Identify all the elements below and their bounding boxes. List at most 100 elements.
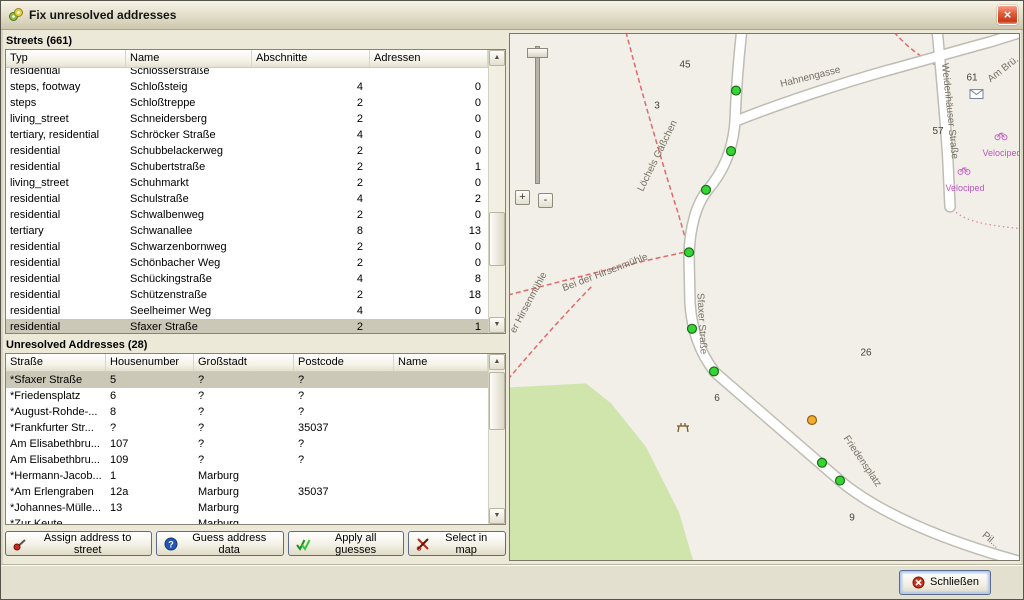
zoom-slider[interactable] [535,46,540,184]
table-row[interactable]: Am Elisabethbru...109?? [6,452,488,468]
table-cell: Sfaxer Straße [126,319,252,333]
table-cell: 2 [252,175,370,191]
table-cell: 1 [370,319,488,333]
table-cell: 4 [252,271,370,287]
table-row[interactable]: *Frankfurter Str...??35037 [6,420,488,436]
select-in-map-button[interactable]: Select in map [408,531,506,556]
map-node-green[interactable] [727,147,736,156]
table-row[interactable]: residentialSchubertstraße21 [6,159,488,175]
map-node-green[interactable] [688,324,697,333]
table-row[interactable]: residentialSchützenstraße218 [6,287,488,303]
scrollbar-thumb[interactable] [489,212,505,266]
assign-address-to-street-button[interactable]: Assign address to street [5,531,152,556]
table-row[interactable]: *Friedensplatz6?? [6,388,488,404]
table-row[interactable]: residentialSchückingstraße48 [6,271,488,287]
table-row[interactable]: Am Elisabethbru...107?? [6,436,488,452]
table-cell [106,516,194,524]
table-cell: 6 [106,388,194,404]
column-header-abschnitte[interactable]: Abschnitte [252,50,370,67]
table-cell: 5 [106,372,194,388]
map-node-green[interactable] [732,86,741,95]
table-row[interactable]: tertiarySchwanallee813 [6,223,488,239]
addresses-scrollbar[interactable]: ▲ ▼ [488,354,505,524]
table-row[interactable]: residentialSchlosserstraße [6,68,488,79]
column-header-name[interactable]: Name [394,354,488,371]
table-cell: ? [194,452,294,468]
table-row[interactable]: *Hermann-Jacob...1Marburg [6,468,488,484]
column-header-typ[interactable]: Typ [6,50,126,67]
table-cell: 107 [106,436,194,452]
table-cell: ? [194,404,294,420]
apply-all-guesses-button[interactable]: Apply all guesses [288,531,404,556]
table-cell [370,68,488,79]
table-cell: ? [194,388,294,404]
zoom-in-button[interactable]: + [515,190,530,205]
table-row[interactable]: residentialSchwarzenbornweg20 [6,239,488,255]
streets-scrollbar[interactable]: ▲ ▼ [488,50,505,333]
table-row[interactable]: residentialSchönbacher Weg20 [6,255,488,271]
table-cell: Schubertstraße [126,159,252,175]
action-buttons-row: Assign address to street ? Guess address… [5,531,506,556]
table-row[interactable]: stepsSchloßtreppe20 [6,95,488,111]
table-cell: Am Elisabethbru... [6,452,106,468]
map-node-green[interactable] [836,476,845,485]
table-row[interactable]: residentialSeelheimer Weg40 [6,303,488,319]
column-header-postcode[interactable]: Postcode [294,354,394,371]
map-canvas[interactable]: HahnengasseWeidenhäuser StraßeAm Brü...L… [510,34,1019,560]
table-row[interactable]: living_streetSchuhmarkt20 [6,175,488,191]
table-row[interactable]: residentialSchwalbenweg20 [6,207,488,223]
map-poi-label: Velociped [946,183,985,193]
table-cell: Schwanallee [126,223,252,239]
table-cell [394,468,488,484]
table-row[interactable]: residentialSchubbelackerweg20 [6,143,488,159]
table-cell: 0 [370,79,488,95]
table-cell [394,500,488,516]
table-row[interactable]: *August-Rohde-...8?? [6,404,488,420]
map-node-green[interactable] [702,185,711,194]
map-housenumber-label: 26 [860,348,872,359]
addresses-section-title: Unresolved Addresses (28) [5,337,506,353]
fix-unresolved-addresses-dialog: Fix unresolved addresses × Streets (661)… [0,0,1024,600]
scroll-up-icon[interactable]: ▲ [489,354,505,370]
map-node-green[interactable] [710,367,719,376]
map-node-green[interactable] [685,248,694,257]
zoom-out-button[interactable]: - [538,193,553,208]
column-header-name[interactable]: Name [126,50,252,67]
table-cell: 8 [252,223,370,239]
table-row[interactable]: *Am Erlengraben12aMarburg35037 [6,484,488,500]
scrollbar-track[interactable] [489,370,505,508]
scrollbar-thumb[interactable] [489,372,505,430]
scroll-up-icon[interactable]: ▲ [489,50,505,66]
column-header-housenumber[interactable]: Housenumber [106,354,194,371]
map-node-orange[interactable] [808,416,817,425]
table-cell: 2 [252,95,370,111]
table-row[interactable]: tertiary, residentialSchröcker Straße40 [6,127,488,143]
table-row[interactable]: living_streetSchneidersberg20 [6,111,488,127]
table-row[interactable]: *Zur KeuteMarburg [6,516,488,524]
close-icon[interactable]: × [997,5,1018,25]
map-housenumber-label: 57 [932,126,944,137]
schliessen-button[interactable]: Schließen [899,570,991,595]
table-row[interactable]: *Johannes-Mülle...13Marburg [6,500,488,516]
column-header-adressen[interactable]: Adressen [370,50,488,67]
map-panel[interactable]: HahnengasseWeidenhäuser StraßeAm Brü...L… [509,33,1020,561]
table-cell: 0 [370,127,488,143]
table-row[interactable]: residentialSfaxer Straße21 [6,319,488,333]
table-cell: *Sfaxer Straße [6,372,106,388]
titlebar: Fix unresolved addresses × [1,1,1023,30]
guess-address-data-button[interactable]: ? Guess address data [156,531,284,556]
zoom-slider-handle[interactable] [527,48,548,58]
table-row[interactable]: steps, footwaySchloßsteig40 [6,79,488,95]
table-row[interactable]: residentialSchulstraße42 [6,191,488,207]
button-label: Guess address data [182,532,276,556]
window-title: Fix unresolved addresses [29,8,992,22]
table-row[interactable]: *Sfaxer Straße5?? [6,372,488,388]
scroll-down-icon[interactable]: ▼ [489,508,505,524]
scrollbar-track[interactable] [489,66,505,317]
table-cell: Marburg [194,468,294,484]
scroll-down-icon[interactable]: ▼ [489,317,505,333]
table-cell: 0 [370,207,488,223]
map-node-green[interactable] [818,458,827,467]
column-header-strasse[interactable]: Straße [6,354,106,371]
column-header-grossstadt[interactable]: Großstadt [194,354,294,371]
